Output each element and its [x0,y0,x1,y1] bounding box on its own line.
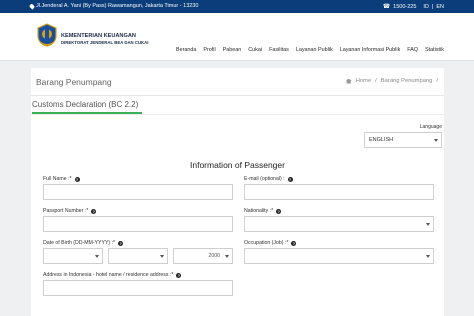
email-input[interactable] [244,184,434,200]
phone-icon: ☎ [382,4,391,10]
nationality-label: Nationality :* ? [244,208,282,214]
dob-month-select[interactable] [108,248,168,264]
breadcrumb-home[interactable]: Home [356,78,371,84]
help-icon[interactable]: ? [176,272,182,278]
divider [31,95,444,96]
occupation-label: Occupation (Job) :* ? [244,240,297,246]
help-icon[interactable]: ? [291,240,297,246]
nav-item-layanan-publik[interactable]: Layanan Publik [296,47,333,53]
section-title: Information of Passenger [190,160,285,170]
chevron-down-icon [434,139,438,142]
language-select[interactable]: ENGLISH [364,132,442,148]
chevron-down-icon [95,255,99,258]
address-text: Jl.Jenderal A. Yani (By Pass) Rawamangun… [36,3,199,9]
passport-label: Passport Number :* ? [43,208,97,214]
help-icon[interactable]: ? [287,176,293,182]
occupation-label-text: Occupation (Job) :* [244,240,289,246]
occupation-select[interactable] [244,248,434,264]
passport-input[interactable] [43,216,233,232]
breadcrumb: Home / Barang Penumpang / [345,78,438,84]
dob-year-select[interactable]: 2000 [173,248,233,264]
dob-year-value: 2000 [208,253,220,259]
tab-customs-declaration[interactable]: Customs Declaration (BC 2.2) [32,100,143,114]
language-label: Language [419,124,442,130]
nationality-label-text: Nationality :* [244,208,274,214]
ministry-line2: DIREKTORAT JENDERAL BEA DAN CUKAI [61,40,149,45]
passport-label-text: Passport Number :* [43,208,89,214]
full-name-label: Full Name :* ? [43,176,80,182]
lang-en-link[interactable]: EN [436,4,444,10]
dob-label-text: Date of Birth (DD-MM-YYYY) :* [43,240,116,246]
top-bar: Jl.Jenderal A. Yani (By Pass) Rawamangun… [0,0,474,13]
main-nav: Beranda Profil Pabean Cukai Fasilitas La… [176,47,444,53]
language-select-value: ENGLISH [369,137,394,143]
nav-item-statistik[interactable]: Statistik [425,47,444,53]
breadcrumb-trailing-separator: / [436,78,438,84]
full-name-label-text: Full Name :* [43,176,72,182]
top-bar-right: ☎ 1500-225 ID | EN [382,3,444,11]
email-label-text: E-mail (optional) : [244,176,285,182]
ministry-name: KEMENTERIAN KEUANGAN DIREKTORAT JENDERAL… [61,33,148,45]
lang-id-link[interactable]: ID [423,4,429,10]
address-label-text: Address in Indonesia - hotel name / resi… [43,272,174,278]
address-label: Address in Indonesia - hotel name / resi… [43,272,182,278]
chevron-down-icon [426,223,430,226]
nav-item-faq[interactable]: FAQ [407,47,418,53]
home-icon [345,78,352,84]
nav-item-layanan-informasi-publik[interactable]: Layanan Informasi Publik [340,47,401,53]
breadcrumb-current: Barang Penumpang [380,78,433,84]
content-panel: Barang Penumpang Home / Barang Penumpang… [31,68,444,316]
ministry-logo-icon[interactable] [36,23,58,47]
nav-item-cukai[interactable]: Cukai [248,47,262,53]
site-header: KEMENTERIAN KEUANGAN DIREKTORAT JENDERAL… [0,13,474,61]
ministry-line1: KEMENTERIAN KEUANGAN [61,33,136,39]
address-info: Jl.Jenderal A. Yani (By Pass) Rawamangun… [28,2,199,10]
phone-number[interactable]: 1500-225 [393,4,416,10]
full-name-input[interactable] [43,184,233,200]
location-pin-icon [28,2,36,10]
address-input[interactable] [43,280,233,296]
help-icon[interactable]: ? [118,240,124,246]
nav-item-pabean[interactable]: Pabean [223,47,242,53]
nationality-select[interactable] [244,216,434,232]
tab-divider [31,114,444,115]
dob-label: Date of Birth (DD-MM-YYYY) :* ? [43,240,124,246]
help-icon[interactable]: ? [91,208,97,214]
nav-item-beranda[interactable]: Beranda [176,47,196,53]
help-icon[interactable]: ? [276,208,282,214]
page-title: Barang Penumpang [36,77,112,87]
nav-item-fasilitas[interactable]: Fasilitas [269,47,289,53]
chevron-down-icon [160,255,164,258]
chevron-down-icon [225,255,229,258]
breadcrumb-separator: / [375,78,377,84]
chevron-down-icon [426,255,430,258]
lang-separator: | [431,3,434,10]
dob-day-select[interactable] [43,248,103,264]
email-label: E-mail (optional) : ? [244,176,293,182]
help-icon[interactable]: ? [74,176,80,182]
nav-item-profil[interactable]: Profil [203,47,215,53]
